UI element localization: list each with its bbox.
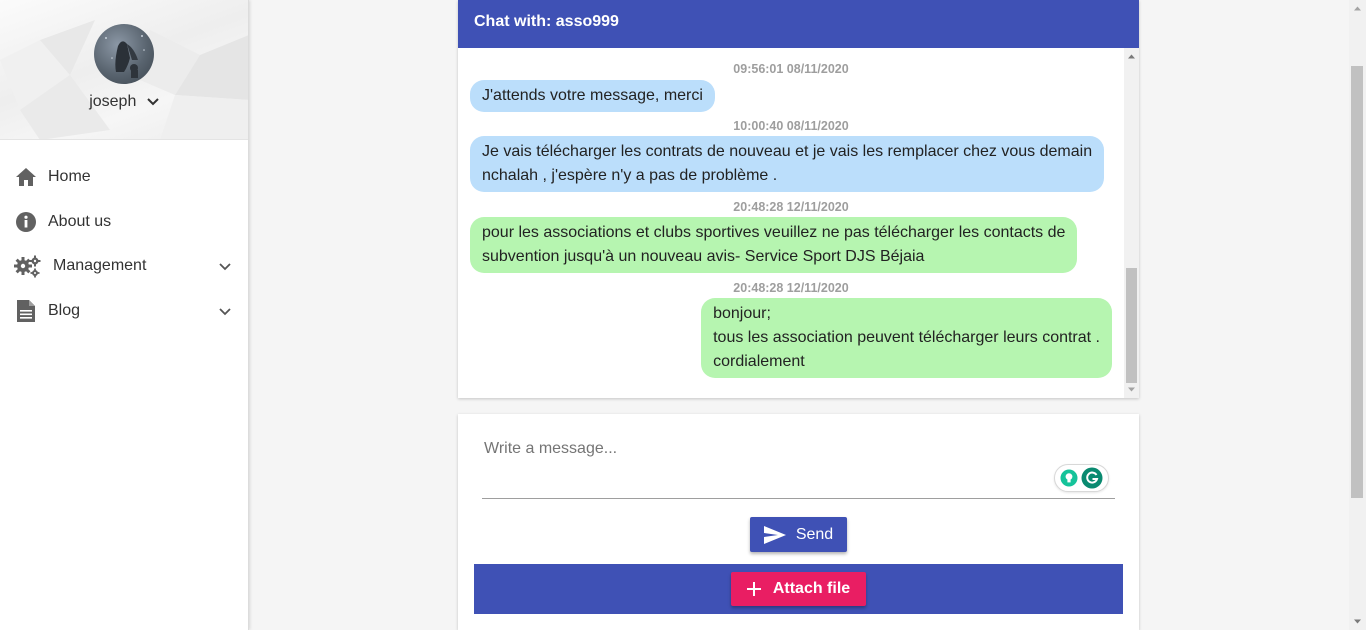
chevron-down-icon [219,263,231,271]
send-icon [763,525,786,544]
message-bubble: J'attends votre message, merci [470,80,715,112]
sidebar-item-about[interactable]: About us [0,200,248,245]
info-icon [14,210,38,234]
message-text: cordialement [713,353,805,370]
sidebar-nav: Home About us Management Blog [0,155,248,333]
sidebar-item-label: About us [48,212,112,230]
message-input-wrapper [482,434,1115,499]
message-list[interactable]: 09:56:01 08/11/2020 J'attends votre mess… [458,48,1124,398]
message: 20:48:28 12/11/2020 bonjour; tous les as… [470,281,1112,378]
message-text: pour les associations et clubs sportives… [482,224,1066,241]
message-timestamp: 10:00:40 08/11/2020 [733,119,849,133]
scroll-down-arrow-icon[interactable] [1127,385,1136,394]
attach-file-button[interactable]: Attach file [731,572,866,606]
message-text: nchalah , j'espère n'y a pas de problème… [482,167,778,184]
grammarly-icon[interactable] [1081,467,1103,489]
message-text: subvention jusqu'à un nouveau avis- Serv… [482,248,925,265]
sidebar-item-label: Blog [48,301,81,319]
sidebar-item-label: Management [53,257,147,275]
message-scrollbar[interactable] [1124,48,1139,398]
message-bubble: pour les associations et clubs sportives… [470,217,1078,273]
avatar-image [105,35,145,78]
avatar[interactable] [94,24,154,84]
chat-title: Chat with: asso999 [458,0,1139,48]
document-icon [14,299,38,323]
lightbulb-icon[interactable] [1060,469,1078,487]
message: 10:00:40 08/11/2020 Je vais télécharger … [470,119,1112,192]
home-icon [14,165,38,189]
attach-bar: Attach file [474,564,1123,614]
page-scrollbar[interactable] [1349,0,1366,630]
scrollbar-thumb[interactable] [1126,268,1137,383]
chevron-down-icon [219,308,231,316]
message-composer: Send Attach file [458,414,1139,630]
attach-file-label: Attach file [772,580,851,597]
chat-panel: Chat with: asso999 09:56:01 08/11/2020 J… [458,0,1139,398]
scroll-down-arrow-icon[interactable] [1353,617,1362,626]
username-label: joseph [89,93,137,110]
user-menu[interactable]: joseph [0,93,248,111]
plus-icon [746,582,761,596]
scroll-up-arrow-icon[interactable] [1127,52,1136,61]
sidebar-item-management[interactable]: Management [0,244,248,289]
message-timestamp: 20:48:28 12/11/2020 [733,200,849,214]
message: 09:56:01 08/11/2020 J'attends votre mess… [470,62,1112,112]
chevron-down-icon [147,98,159,106]
gears-icon [14,254,42,278]
sidebar-item-blog[interactable]: Blog [0,289,248,334]
message-timestamp: 20:48:28 12/11/2020 [733,281,849,295]
grammarly-widget[interactable] [1054,464,1109,492]
message-text: bonjour; [713,305,771,322]
message-text: J'attends votre message, merci [482,87,703,104]
scrollbar-thumb[interactable] [1351,66,1363,498]
message-bubble: bonjour; tous les association peuvent té… [701,298,1112,378]
send-button-label: Send [795,525,834,543]
message-text: Je vais télécharger les contrats de nouv… [482,143,1093,160]
send-button[interactable]: Send [750,517,847,552]
message-timestamp: 09:56:01 08/11/2020 [733,62,849,76]
message-text: tous les association peuvent télécharger… [713,329,1100,346]
sidebar-item-label: Home [48,168,91,186]
message-bubble: Je vais télécharger les contrats de nouv… [470,136,1105,192]
profile-header: joseph [0,0,248,140]
sidebar: joseph Home About us Management Blog [0,0,249,630]
scroll-up-arrow-icon[interactable] [1353,4,1362,13]
sidebar-item-home[interactable]: Home [0,155,248,200]
message-input[interactable] [482,434,1115,464]
message: 20:48:28 12/11/2020 pour les association… [470,200,1112,273]
